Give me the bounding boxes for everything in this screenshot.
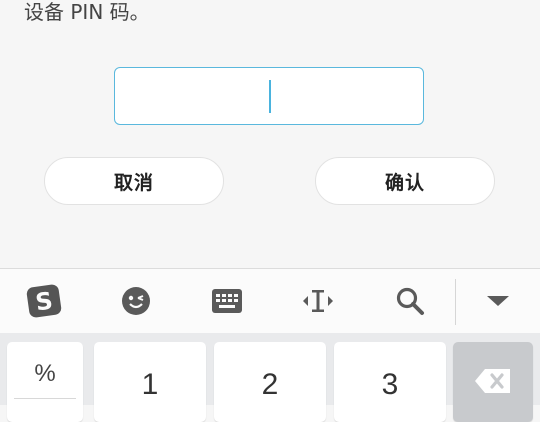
search-icon[interactable] (392, 283, 428, 319)
toolbar-divider (455, 279, 456, 325)
key-2-label: 2 (261, 368, 279, 401)
keyboard-toolbar: S (0, 268, 540, 333)
dialog-message: 设备 PIN 码。 (24, 0, 150, 24)
symbol-key-divider (14, 398, 76, 399)
symbol-key[interactable]: % (7, 342, 83, 422)
sogou-logo-icon[interactable]: S (26, 283, 62, 319)
cursor-move-icon[interactable] (300, 283, 336, 319)
backspace-icon (475, 369, 510, 393)
key-1-label: 1 (141, 368, 159, 401)
key-2[interactable]: 2 (214, 342, 326, 422)
collapse-icon[interactable] (480, 283, 516, 319)
emoji-icon[interactable] (118, 283, 154, 319)
pin-input[interactable] (114, 67, 424, 125)
backspace-key[interactable] (453, 342, 533, 422)
numeric-keypad: % 1 2 3 (0, 333, 540, 422)
key-3-label: 3 (381, 368, 399, 401)
symbol-key-label: % (34, 360, 56, 387)
confirm-button[interactable]: 确认 (315, 157, 495, 205)
text-cursor (269, 80, 271, 113)
pin-dialog: 设备 PIN 码。 取消 确认 (0, 0, 540, 268)
key-3[interactable]: 3 (334, 342, 446, 422)
keyboard-icon[interactable] (209, 283, 245, 319)
key-1[interactable]: 1 (94, 342, 206, 422)
cancel-button[interactable]: 取消 (44, 157, 224, 205)
